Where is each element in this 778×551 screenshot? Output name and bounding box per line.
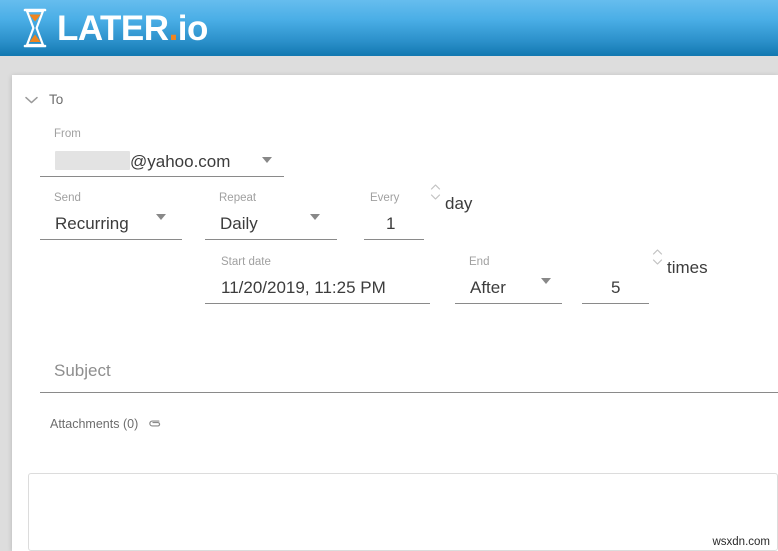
send-label: Send bbox=[54, 193, 81, 205]
subject-field[interactable]: Subject bbox=[40, 351, 778, 393]
brand-name-suffix: io bbox=[178, 9, 208, 48]
stepper-updown-icon bbox=[430, 180, 441, 204]
caret-down-icon[interactable] bbox=[156, 214, 166, 220]
start-date-label: Start date bbox=[221, 257, 271, 269]
repeat-underline bbox=[205, 239, 337, 240]
attachments-row[interactable]: Attachments (0) bbox=[50, 416, 162, 431]
chevron-down-icon bbox=[25, 96, 38, 104]
attachments-label: Attachments (0) bbox=[50, 417, 138, 431]
brand-logo[interactable]: LATER.io bbox=[22, 8, 208, 48]
occurrences-value: 5 bbox=[611, 279, 620, 296]
stepper-updown-icon bbox=[652, 245, 663, 269]
repeat-field[interactable]: Repeat Daily bbox=[205, 193, 337, 240]
every-label: Every bbox=[370, 193, 399, 205]
end-field[interactable]: End After bbox=[455, 257, 562, 304]
caret-down-icon[interactable] bbox=[310, 214, 320, 220]
occurrences-underline bbox=[582, 303, 649, 304]
repeat-label: Repeat bbox=[219, 193, 256, 205]
from-field[interactable]: From @yahoo.com bbox=[40, 129, 284, 177]
message-body-editor[interactable] bbox=[28, 473, 778, 551]
start-date-underline bbox=[205, 303, 430, 304]
brand-dot: . bbox=[169, 9, 178, 48]
every-stepper[interactable] bbox=[430, 180, 441, 204]
watermark: wsxdn.com bbox=[712, 536, 770, 548]
hourglass-icon bbox=[22, 8, 48, 48]
end-underline bbox=[455, 303, 562, 304]
brand-name-main: LATER bbox=[57, 9, 169, 48]
occurrences-unit-label: times bbox=[667, 258, 708, 278]
repeat-value: Daily bbox=[220, 215, 258, 232]
subject-underline bbox=[40, 392, 778, 393]
from-underline bbox=[40, 176, 284, 177]
paperclip-icon[interactable] bbox=[147, 416, 162, 431]
start-date-field[interactable]: Start date 11/20/2019, 11:25 PM bbox=[205, 257, 430, 304]
every-field[interactable]: Every 1 bbox=[364, 193, 424, 240]
end-value: After bbox=[470, 279, 506, 296]
end-label: End bbox=[469, 257, 489, 269]
occurrences-field[interactable]: 5 bbox=[582, 257, 649, 304]
compose-card: To From @yahoo.com Send Recurring Repeat… bbox=[12, 75, 778, 551]
send-field[interactable]: Send Recurring bbox=[40, 193, 182, 240]
occurrences-stepper[interactable] bbox=[652, 245, 663, 269]
start-date-value: 11/20/2019, 11:25 PM bbox=[221, 279, 386, 296]
every-value: 1 bbox=[386, 215, 395, 232]
every-underline bbox=[364, 239, 424, 240]
brand-wordmark: LATER.io bbox=[57, 11, 208, 46]
caret-down-icon[interactable] bbox=[262, 157, 272, 163]
subject-placeholder: Subject bbox=[54, 361, 111, 381]
caret-down-icon[interactable] bbox=[541, 278, 551, 284]
send-underline bbox=[40, 239, 182, 240]
send-value: Recurring bbox=[55, 215, 129, 232]
from-label: From bbox=[54, 129, 81, 141]
every-unit-label: day bbox=[445, 194, 472, 214]
to-section-toggle[interactable]: To bbox=[25, 92, 63, 107]
to-label: To bbox=[49, 92, 63, 107]
from-value: @yahoo.com bbox=[130, 153, 230, 170]
from-redacted-username bbox=[55, 151, 130, 170]
app-header: LATER.io bbox=[0, 0, 778, 56]
